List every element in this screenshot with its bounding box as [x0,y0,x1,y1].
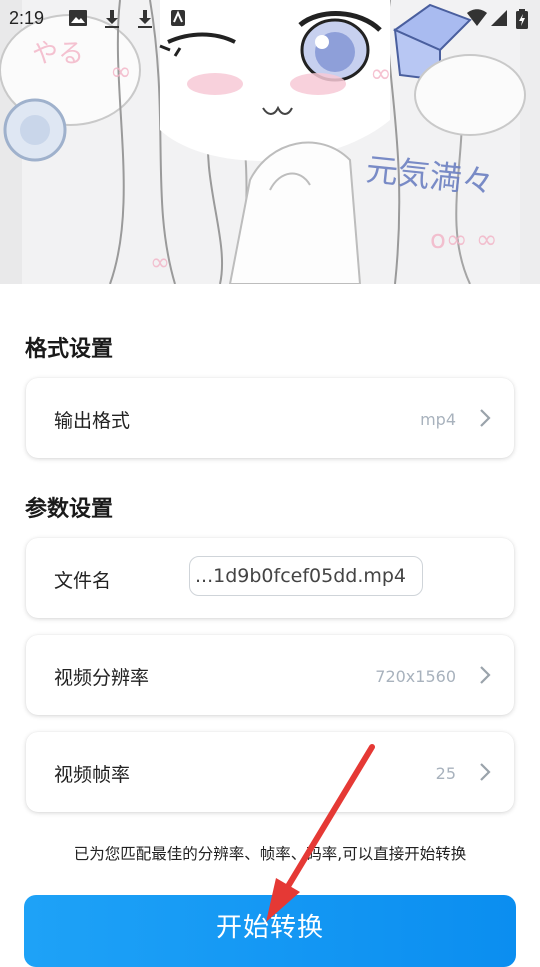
status-time: 2:19 [9,8,45,28]
frame-rate-row[interactable]: 视频帧率 25 [26,732,514,812]
resolution-value: 720x1560 [375,667,456,686]
frame-rate-label: 视频帧率 [54,764,131,786]
status-bar: 2:19 [0,0,540,36]
file-name-input[interactable]: ...1d9b0fcef05dd.mp4 [189,556,423,596]
chevron-right-icon [480,409,491,427]
wifi-icon [467,9,487,26]
signal-icon [491,10,507,26]
output-format-label: 输出格式 [54,410,131,432]
download-icon [105,10,119,28]
start-convert-button[interactable]: 开始转换 [24,895,516,967]
android-icon [171,10,185,26]
output-format-value: mp4 [420,410,456,429]
format-section-title: 格式设置 [25,337,114,362]
battery-icon [516,9,528,29]
resolution-row[interactable]: 视频分辨率 720x1560 [26,635,514,715]
svg-text:∞: ∞ [370,59,392,89]
hint-text: 已为您匹配最佳的分辨率、帧率、码率,可以直接开始转换 [73,845,467,863]
image-icon [69,10,87,26]
file-name-label: 文件名 [54,570,112,592]
file-name-row: 文件名 ...1d9b0fcef05dd.mp4 [26,538,514,618]
svg-text:o∞ ∞: o∞ ∞ [430,225,498,255]
svg-text:∞: ∞ [150,248,170,276]
chevron-right-icon [480,666,491,684]
svg-text:∞: ∞ [110,57,132,87]
output-format-row[interactable]: 输出格式 mp4 [26,378,514,458]
param-section-title: 参数设置 [25,497,114,522]
resolution-label: 视频分辨率 [54,667,150,689]
frame-rate-value: 25 [435,764,456,783]
svg-text:やる: やる [32,39,84,69]
chevron-right-icon [480,763,491,781]
banner-artwork: やる ∞ ∞ ∞ o∞ ∞ 元気満々 [0,0,540,284]
download-icon [138,10,152,28]
